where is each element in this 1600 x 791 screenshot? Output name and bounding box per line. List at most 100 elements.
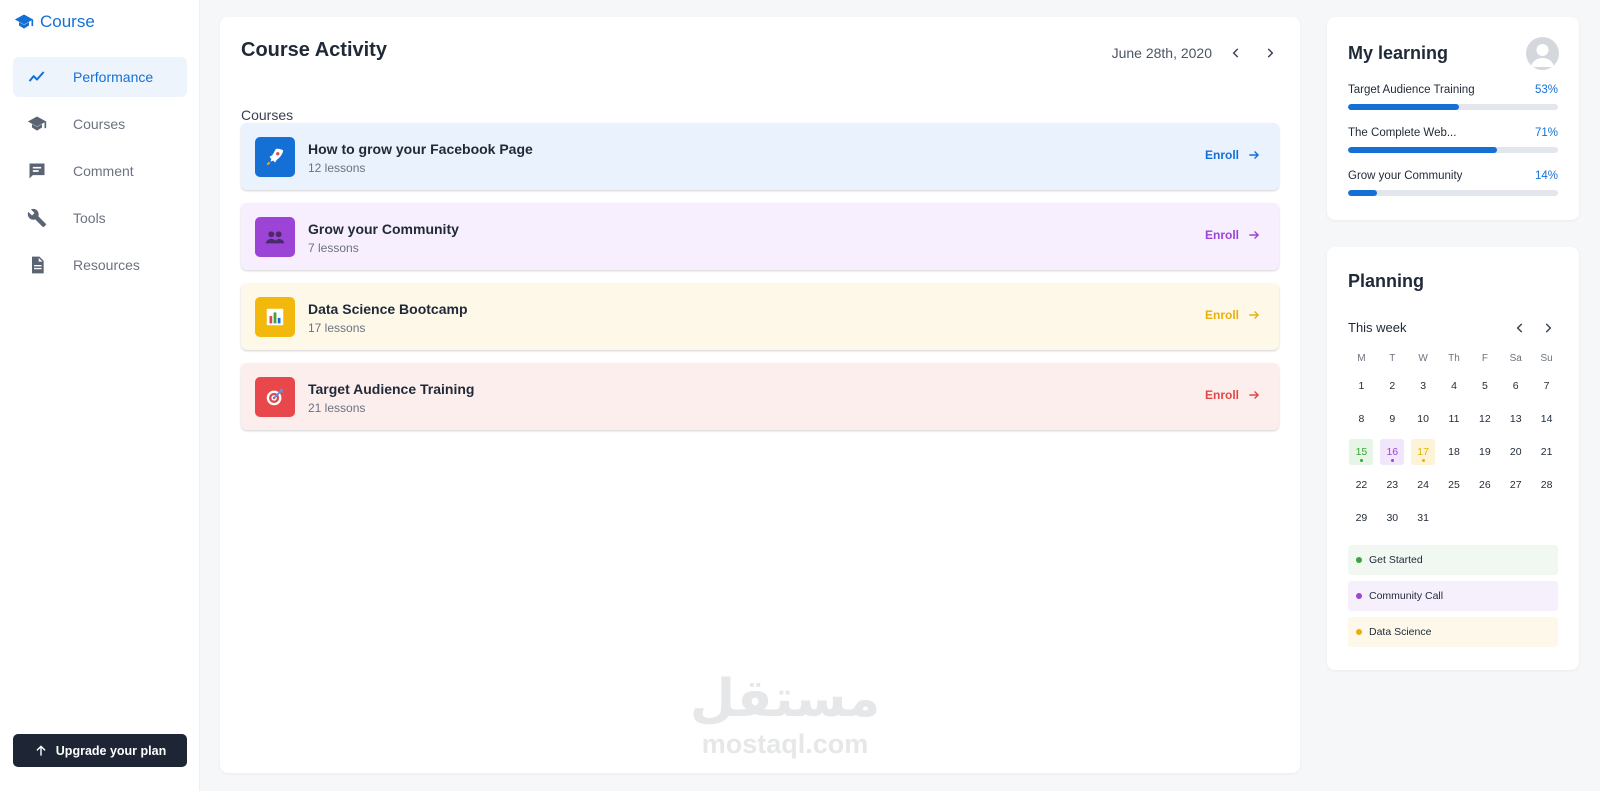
weekday-label: F <box>1481 353 1488 364</box>
enroll-button[interactable]: Enroll <box>1205 148 1261 162</box>
sidebar-nav: Performance Courses Comment Tools Resour… <box>13 57 187 292</box>
calendar-day[interactable]: 11 <box>1439 402 1470 435</box>
event-data-science[interactable]: Data Science <box>1348 617 1558 647</box>
progress-value: 71% <box>1534 127 1558 139</box>
calendar-day-label: 17 <box>1411 438 1436 465</box>
calendar-day[interactable]: 27 <box>1500 468 1531 501</box>
calendar-day[interactable]: 14 <box>1531 402 1562 435</box>
course-card-target-audience[interactable]: Target Audience Training 21 lessons Enro… <box>241 363 1279 430</box>
calendar-day[interactable]: 23 <box>1377 468 1408 501</box>
chevron-left-icon[interactable] <box>1226 43 1246 63</box>
calendar-day[interactable]: 24 <box>1408 468 1439 501</box>
my-learning-card: My learning Target Audience Training 53%… <box>1327 17 1579 220</box>
progress-item[interactable]: The Complete Web... 71% <box>1348 127 1558 153</box>
progress-value: 14% <box>1534 170 1558 182</box>
calendar-day-label: 15 <box>1349 438 1374 465</box>
planning-title: Planning <box>1348 271 1424 291</box>
calendar-day[interactable]: 1 <box>1346 369 1377 402</box>
calendar-empty-cell <box>1469 501 1500 534</box>
progress-label: The Complete Web... <box>1348 127 1457 139</box>
watermark-arabic: مستقل <box>690 669 881 729</box>
sidebar-item-performance[interactable]: Performance <box>13 57 187 97</box>
progress-item[interactable]: Grow your Community 14% <box>1348 170 1558 196</box>
arrow-right-icon <box>1249 391 1260 399</box>
enroll-button[interactable]: Enroll <box>1205 228 1261 242</box>
sidebar-item-resources[interactable]: Resources <box>13 245 187 285</box>
rocket-icon <box>255 137 295 177</box>
event-get-started[interactable]: Get Started <box>1348 545 1558 575</box>
event-community-call[interactable]: Community Call <box>1348 581 1558 611</box>
calendar-day[interactable]: 7 <box>1531 369 1562 402</box>
calendar-week-row: 22 23 24 25 26 27 28 <box>1346 468 1562 501</box>
trend-line-icon <box>27 67 47 87</box>
calendar-day[interactable]: 18 <box>1439 435 1470 468</box>
calendar-day[interactable]: 19 <box>1469 435 1500 468</box>
course-card-data-science[interactable]: Data Science Bootcamp 17 lessons Enroll <box>241 283 1279 350</box>
event-label: Get Started <box>1369 554 1423 566</box>
calendar-day[interactable]: 13 <box>1500 402 1531 435</box>
calendar-day[interactable]: 15 <box>1346 435 1377 468</box>
upgrade-plan-button[interactable]: Upgrade your plan <box>13 734 187 767</box>
planning-card: Planning This week M T W Th F Sa Su 1234… <box>1327 247 1579 670</box>
calendar-day[interactable]: 17 <box>1408 435 1439 468</box>
week-nav-buttons <box>1510 318 1558 338</box>
calendar-day[interactable]: 3 <box>1408 369 1439 402</box>
course-lessons: 17 lessons <box>308 321 366 335</box>
avatar[interactable] <box>1526 37 1559 70</box>
course-lessons: 12 lessons <box>308 161 366 175</box>
calendar-day[interactable]: 30 <box>1377 501 1408 534</box>
watermark: مستقل mostaql.com <box>690 669 880 759</box>
chevron-left-icon[interactable] <box>1510 318 1530 338</box>
calendar-day[interactable]: 21 <box>1531 435 1562 468</box>
upgrade-plan-label: Upgrade your plan <box>55 743 167 758</box>
course-title: Grow your Community <box>308 221 459 237</box>
enroll-button[interactable]: Enroll <box>1205 388 1261 402</box>
calendar-day[interactable]: 22 <box>1346 468 1377 501</box>
brand-name: Course <box>40 12 95 31</box>
weekday-label: Sa <box>1509 353 1522 364</box>
my-learning-title: My learning <box>1348 43 1449 63</box>
sidebar-item-comment[interactable]: Comment <box>13 151 187 191</box>
calendar-day[interactable]: 29 <box>1346 501 1377 534</box>
calendar-day[interactable]: 26 <box>1469 468 1500 501</box>
current-date: June 28th, 2020 <box>1111 45 1212 61</box>
bar-chart-icon <box>255 297 295 337</box>
calendar-day[interactable]: 25 <box>1439 468 1470 501</box>
calendar-day[interactable]: 20 <box>1500 435 1531 468</box>
calendar-day[interactable]: 28 <box>1531 468 1562 501</box>
calendar-day[interactable]: 31 <box>1408 501 1439 534</box>
enroll-button[interactable]: Enroll <box>1205 308 1261 322</box>
course-card-facebook[interactable]: How to grow your Facebook Page 12 lesson… <box>241 123 1279 190</box>
weekday-label: M <box>1357 353 1366 364</box>
calendar-day[interactable]: 4 <box>1439 369 1470 402</box>
week-label: This week <box>1348 320 1407 335</box>
event-dot <box>1356 593 1362 599</box>
course-lessons: 21 lessons <box>308 401 366 415</box>
calendar-week-row: 15 16 17 18 19 20 21 <box>1346 435 1562 468</box>
calendar-day[interactable]: 9 <box>1377 402 1408 435</box>
calendar-day[interactable]: 10 <box>1408 402 1439 435</box>
calendar-empty-cell <box>1531 501 1562 534</box>
chevron-right-icon[interactable] <box>1260 43 1280 63</box>
event-label: Data Science <box>1369 626 1432 638</box>
progress-track <box>1348 147 1558 153</box>
weekday-label: W <box>1418 353 1428 364</box>
comment-icon <box>27 161 47 181</box>
calendar-day[interactable]: 2 <box>1377 369 1408 402</box>
calendar-day[interactable]: 6 <box>1500 369 1531 402</box>
calendar-day[interactable]: 12 <box>1469 402 1500 435</box>
sidebar-item-courses[interactable]: Courses <box>13 104 187 144</box>
progress-item[interactable]: Target Audience Training 53% <box>1348 84 1558 110</box>
calendar-day[interactable]: 16 <box>1377 435 1408 468</box>
brand[interactable]: Course <box>14 12 95 32</box>
sidebar-item-tools[interactable]: Tools <box>13 198 187 238</box>
chevron-right-icon[interactable] <box>1538 318 1558 338</box>
enroll-label: Enroll <box>1204 308 1239 322</box>
calendar-day[interactable]: 8 <box>1346 402 1377 435</box>
calendar-week-row: 1234567 <box>1346 369 1562 402</box>
progress-track <box>1348 104 1558 110</box>
calendar-day-label: 16 <box>1380 438 1405 465</box>
course-card-community[interactable]: Grow your Community 7 lessons Enroll <box>241 203 1279 270</box>
calendar-day[interactable]: 5 <box>1469 369 1500 402</box>
arrow-right-icon <box>1249 231 1260 239</box>
